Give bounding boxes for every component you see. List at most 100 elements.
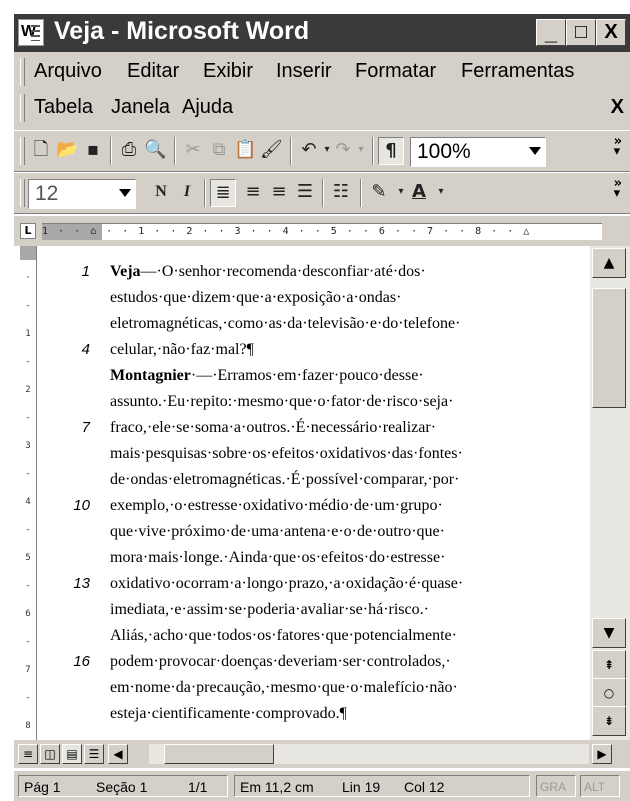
window-title: Veja - Microsoft Word xyxy=(54,17,310,45)
document-line[interactable]: podem·provocar·doenças·deveriam·ser·cont… xyxy=(110,653,451,671)
normal-view-button[interactable]: ≡ xyxy=(18,744,38,764)
save-icon[interactable]: ▪ xyxy=(82,139,104,161)
document-line[interactable]: oxidativo·ocorram·a·longo·prazo,·a·oxida… xyxy=(110,575,463,593)
document-line[interactable]: celular,·não·faz·mal?¶ xyxy=(110,341,254,359)
new-document-icon[interactable]: 🗋 xyxy=(30,139,52,161)
scroll-up-button[interactable]: ▲ xyxy=(592,248,626,278)
menu-exibir[interactable]: Exibir xyxy=(203,60,253,83)
font-color-icon[interactable]: A xyxy=(408,181,430,203)
document-page[interactable]: 1 Veja—·O·senhor·recomenda·desconfiar·at… xyxy=(50,246,600,740)
document-line[interactable]: imediata,·e·assim·se·poderia·avaliar·se·… xyxy=(110,601,429,619)
menu-bar: Arquivo Editar Exibir Inserir Formatar F… xyxy=(14,52,630,130)
menu-ferramentas[interactable]: Ferramentas xyxy=(461,60,574,83)
horizontal-scroll-thumb[interactable] xyxy=(164,744,274,764)
scroll-left-button[interactable]: ◀ xyxy=(108,744,128,764)
show-paragraph-marks-icon[interactable]: ¶ xyxy=(378,137,404,165)
document-line[interactable]: mais·pesquisas·sobre·os·efeitos·oxidativ… xyxy=(110,445,463,463)
next-page-button[interactable]: ⇟ xyxy=(592,706,626,736)
menu-formatar[interactable]: Formatar xyxy=(355,60,436,83)
status-pages: 1/1 xyxy=(188,779,208,795)
open-folder-icon[interactable]: 📂 xyxy=(56,139,78,161)
zoom-select[interactable]: 100% xyxy=(410,137,546,167)
previous-page-button[interactable]: ⇞ xyxy=(592,650,626,680)
web-layout-view-button[interactable]: ◫ xyxy=(40,744,60,764)
document-line[interactable]: mora·mais·longe.·Ainda·que·os·efeitos·do… xyxy=(110,549,445,567)
tab-selector-icon[interactable]: L xyxy=(20,223,36,239)
ruler-marks: 1 · · ⌂ · · 1 · · 2 · · 3 · · 4 · · 5 · … xyxy=(42,226,532,237)
line-number: 16 xyxy=(73,653,90,670)
document-line[interactable]: em·nome·da·precaução,·mesmo·que·o·malefí… xyxy=(110,679,458,697)
document-line[interactable]: esteja·cientificamente·comprovado.¶ xyxy=(110,705,347,723)
status-alt[interactable]: ALT xyxy=(584,777,605,797)
ruler-strip[interactable]: 1 · · ⌂ · · 1 · · 2 · · 3 · · 4 · · 5 · … xyxy=(42,223,602,240)
bullets-icon[interactable]: ☷ xyxy=(330,181,352,203)
align-center-icon[interactable]: ≡ xyxy=(242,181,264,203)
document-line[interactable]: de·ondas·eletromagnéticas.·É·possível·co… xyxy=(110,471,459,489)
scrollbar-thumb[interactable] xyxy=(592,288,626,408)
select-browse-object-button[interactable]: ○ xyxy=(592,678,626,708)
redo-dropdown-icon[interactable]: ▾ xyxy=(350,139,372,161)
word-document-icon[interactable]: W xyxy=(18,19,44,46)
vertical-scrollbar[interactable]: ▲ ▼ ⇞ ○ ⇟ xyxy=(590,246,630,740)
document-line[interactable]: exemplo,·o·estresse·oxidativo·médio·de·u… xyxy=(110,497,443,515)
line-text: ·—·Erramos·em·fazer·pouco·desse· xyxy=(190,367,424,384)
menu-inserir[interactable]: Inserir xyxy=(276,60,332,83)
toolbar-separator xyxy=(110,137,112,165)
scroll-right-button[interactable]: ▶ xyxy=(592,744,612,764)
document-line[interactable]: que·vive·próximo·de·uma·antena·e·o·de·ou… xyxy=(110,523,445,541)
menu-tabela[interactable]: Tabela xyxy=(34,96,93,119)
menu-grip xyxy=(20,58,25,86)
line-number: 7 xyxy=(81,419,90,436)
status-position: Em 11,2 cm xyxy=(240,779,314,795)
status-bar: Pág 1 Seção 1 1/1 Em 11,2 cm Lin 19 Col … xyxy=(14,770,630,801)
standard-toolbar: 🗋 📂 ▪ ⎙ 🔍 ✂ ⧉ 📋 🖌 ↶ ▾ ↷ ▾ ¶ 100% » ▾ xyxy=(14,130,630,172)
italic-button[interactable]: I xyxy=(176,181,198,203)
chevron-down-icon xyxy=(119,189,131,197)
align-left-icon[interactable]: ≣ xyxy=(210,179,236,207)
line-number: 1 xyxy=(81,263,90,280)
maximize-button[interactable]: □ xyxy=(566,19,596,46)
document-line[interactable]: Veja—·O·senhor·recomenda·desconfiar·até·… xyxy=(110,263,426,281)
zoom-value: 100% xyxy=(417,140,471,163)
status-column: Col 12 xyxy=(404,779,445,795)
menu-editar[interactable]: Editar xyxy=(127,60,179,83)
document-line[interactable]: fraco,·ele·se·soma·a·outros.·É·necessári… xyxy=(110,419,436,437)
menu-ajuda[interactable]: Ajuda xyxy=(182,96,233,119)
document-line[interactable]: assunto.·Eu·repito:·mesmo·que·o·fator·de… xyxy=(110,393,453,411)
document-close-button[interactable]: X xyxy=(611,96,624,119)
status-section: Seção 1 xyxy=(96,779,148,795)
justify-icon[interactable]: ☰ xyxy=(294,181,316,203)
scroll-down-button[interactable]: ▼ xyxy=(592,618,626,648)
paste-icon[interactable]: 📋 xyxy=(234,139,256,161)
line-number: 10 xyxy=(73,497,90,514)
bold-button[interactable]: N xyxy=(150,181,172,203)
outline-view-button[interactable]: ☰ xyxy=(84,744,104,764)
print-icon[interactable]: ⎙ xyxy=(118,139,140,161)
format-painter-icon[interactable]: 🖌 xyxy=(260,139,283,161)
document-line[interactable]: estudos·que·dizem·que·a·exposição·a·onda… xyxy=(110,289,401,307)
toolbar-grip xyxy=(20,137,25,165)
menu-arquivo[interactable]: Arquivo xyxy=(34,60,102,83)
chevron-down-icon xyxy=(529,147,541,155)
status-rec[interactable]: GRA xyxy=(540,777,566,797)
toolbar-separator xyxy=(290,137,292,165)
document-area[interactable]: ·-1-2-3-4-5-6-7-8- 1 Veja—·O·senhor·reco… xyxy=(14,246,630,759)
menu-janela[interactable]: Janela xyxy=(111,96,170,119)
copy-icon[interactable]: ⧉ xyxy=(208,139,230,161)
align-right-icon[interactable]: ≡ xyxy=(268,181,290,203)
print-preview-icon[interactable]: 🔍 xyxy=(144,139,166,161)
minimize-button[interactable]: _ xyxy=(536,19,566,46)
vertical-ruler-margin xyxy=(20,246,36,260)
title-bar: W Veja - Microsoft Word _ □ X xyxy=(14,14,630,52)
highlight-icon[interactable]: ✎ xyxy=(368,181,390,203)
document-line[interactable]: Aliás,·acho·que·todos·os·fatores·que·pot… xyxy=(110,627,457,645)
toolbar-overflow-icon[interactable]: » ▾ xyxy=(614,177,622,200)
toolbar-overflow-icon[interactable]: » ▾ xyxy=(614,135,622,158)
cut-icon[interactable]: ✂ xyxy=(182,139,204,161)
font-color-dropdown-icon[interactable]: ▾ xyxy=(430,181,452,203)
font-size-select[interactable]: 12 xyxy=(28,179,136,209)
document-line[interactable]: Montagnier·—·Erramos·em·fazer·pouco·dess… xyxy=(110,367,424,385)
document-line[interactable]: eletromagnéticas,·como·as·da·televisão·e… xyxy=(110,315,460,333)
print-layout-view-button[interactable]: ▤ xyxy=(62,744,82,764)
close-button[interactable]: X xyxy=(596,19,626,46)
